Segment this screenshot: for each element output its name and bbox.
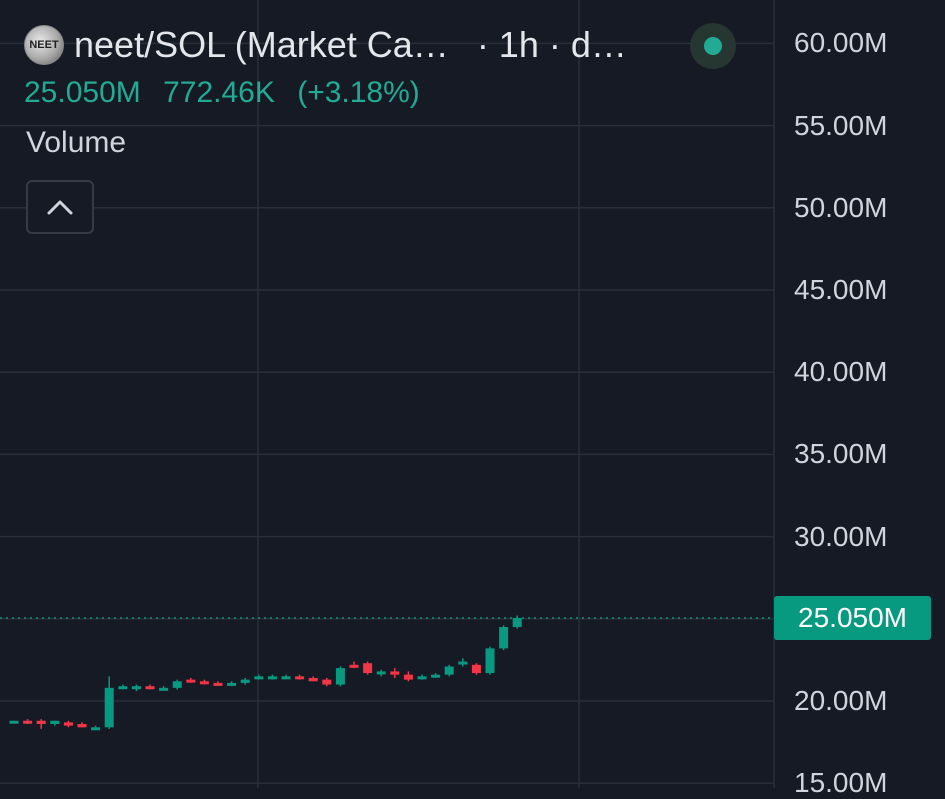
candle-body bbox=[322, 679, 332, 685]
candle[interactable] bbox=[199, 679, 209, 685]
candle-body bbox=[213, 682, 223, 686]
candle-body bbox=[9, 720, 19, 724]
chart-header: NEET neet/SOL (Market Ca… · 1h · d… bbox=[24, 22, 765, 68]
candle[interactable] bbox=[499, 625, 509, 651]
candle-body bbox=[417, 676, 427, 680]
y-axis-tick-label: 30.00M bbox=[794, 520, 888, 552]
candle-body bbox=[267, 676, 277, 680]
candle-body bbox=[512, 617, 522, 628]
candle[interactable] bbox=[254, 674, 264, 680]
candle[interactable] bbox=[471, 663, 481, 675]
stats-row: 25.050M 772.46K (+3.18%) bbox=[24, 76, 420, 110]
candle[interactable] bbox=[308, 676, 318, 682]
title-row: NEET neet/SOL (Market Ca… · 1h · d… bbox=[24, 22, 765, 68]
candle[interactable] bbox=[50, 720, 60, 726]
candle[interactable] bbox=[131, 684, 141, 692]
candle-body bbox=[295, 676, 305, 680]
candle[interactable] bbox=[349, 661, 359, 669]
candle-body bbox=[431, 674, 441, 678]
candle-body bbox=[145, 686, 155, 690]
candle-body bbox=[363, 663, 373, 674]
candle[interactable] bbox=[91, 725, 101, 731]
candle-body bbox=[186, 679, 196, 683]
current-price-tag: 25.050M bbox=[774, 595, 931, 640]
candle-body bbox=[471, 664, 481, 674]
candle[interactable] bbox=[227, 681, 237, 687]
status-dot-icon[interactable] bbox=[690, 23, 736, 69]
candle[interactable] bbox=[295, 674, 305, 680]
candle[interactable] bbox=[213, 681, 223, 686]
candle-body bbox=[118, 686, 128, 690]
symbol-title[interactable]: neet/SOL (Market Ca… bbox=[74, 24, 449, 66]
y-axis-tick-label: 50.00M bbox=[794, 191, 888, 223]
candle[interactable] bbox=[118, 684, 128, 690]
candle-body bbox=[159, 687, 169, 691]
candle-body bbox=[50, 720, 60, 725]
candle-body bbox=[131, 686, 141, 690]
candle-body bbox=[499, 627, 509, 649]
candle[interactable] bbox=[390, 668, 400, 678]
candle-body bbox=[403, 674, 413, 680]
candle-body bbox=[23, 720, 33, 724]
candle[interactable] bbox=[431, 673, 441, 678]
y-axis-tick-label: 40.00M bbox=[794, 356, 888, 388]
y-axis-tick-label: 55.00M bbox=[794, 109, 888, 141]
candle-body bbox=[36, 720, 46, 725]
candle-body bbox=[308, 677, 318, 682]
change-percent: (+3.18%) bbox=[297, 76, 420, 109]
candle-body bbox=[199, 681, 209, 685]
candle-body bbox=[172, 681, 182, 688]
candle-body bbox=[91, 727, 101, 731]
candle[interactable] bbox=[77, 722, 87, 728]
interval-label[interactable]: · 1h · d… bbox=[477, 24, 627, 66]
candle-body bbox=[390, 671, 400, 675]
candle-body bbox=[349, 664, 359, 668]
candle[interactable] bbox=[267, 674, 277, 680]
candle[interactable] bbox=[403, 671, 413, 682]
candle[interactable] bbox=[444, 664, 454, 677]
candle[interactable] bbox=[63, 720, 73, 728]
candle-body bbox=[458, 661, 468, 665]
candle[interactable] bbox=[23, 719, 33, 725]
collapse-button[interactable] bbox=[26, 180, 94, 234]
candle[interactable] bbox=[172, 679, 182, 690]
y-axis-tick-label: 35.00M bbox=[794, 438, 888, 470]
candle[interactable] bbox=[458, 658, 468, 667]
candle-body bbox=[254, 676, 264, 680]
candle-body bbox=[104, 687, 114, 728]
token-logo-icon: NEET bbox=[24, 25, 64, 65]
y-axis-tick-label: 45.00M bbox=[794, 274, 888, 305]
candle[interactable] bbox=[145, 684, 155, 690]
candle-body bbox=[335, 668, 345, 685]
candle[interactable] bbox=[376, 669, 386, 677]
candle-body bbox=[63, 722, 73, 726]
candle[interactable] bbox=[485, 646, 495, 675]
candle-body bbox=[376, 671, 386, 675]
candle[interactable] bbox=[335, 666, 345, 687]
candle-body bbox=[444, 666, 454, 675]
y-axis-tick-label: 15.00M bbox=[794, 767, 888, 799]
candle[interactable] bbox=[186, 677, 196, 683]
candle[interactable] bbox=[240, 677, 250, 685]
candle[interactable] bbox=[104, 676, 114, 729]
candle-body bbox=[281, 676, 291, 680]
candle[interactable] bbox=[363, 661, 373, 675]
candle[interactable] bbox=[159, 686, 169, 691]
candle-body bbox=[227, 682, 237, 686]
candle[interactable] bbox=[9, 720, 19, 724]
candle-body bbox=[240, 679, 250, 683]
candle-body bbox=[77, 724, 87, 728]
candle-body bbox=[485, 648, 495, 674]
chevron-up-icon bbox=[47, 200, 73, 215]
candle[interactable] bbox=[417, 674, 427, 680]
y-axis-tick-label: 20.00M bbox=[794, 685, 888, 716]
y-axis-tick-label: 60.00M bbox=[794, 27, 888, 59]
last-value: 25.050M bbox=[24, 76, 141, 109]
volume-label: Volume bbox=[26, 126, 127, 159]
change-absolute: 772.46K bbox=[163, 76, 275, 109]
candle[interactable] bbox=[36, 719, 46, 729]
candle[interactable] bbox=[281, 674, 291, 680]
candle[interactable] bbox=[322, 677, 332, 687]
candle[interactable] bbox=[512, 615, 522, 629]
